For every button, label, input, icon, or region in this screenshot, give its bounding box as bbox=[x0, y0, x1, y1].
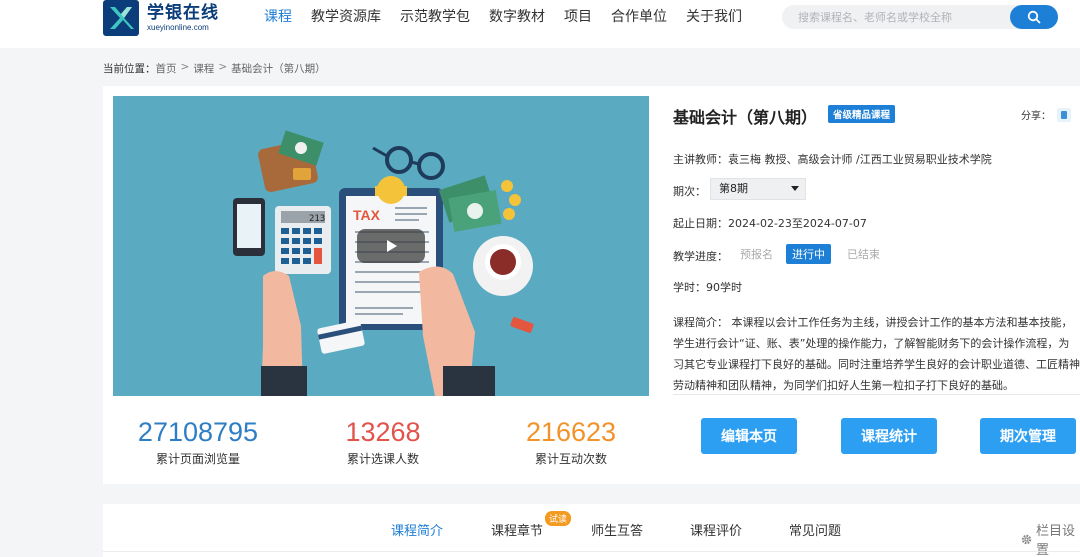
course-info: 基础会计（第八期） 省级精品课程 分享： 主讲教师：袁三梅 教授、高级会计师 /… bbox=[673, 86, 1080, 484]
play-video-button[interactable] bbox=[357, 229, 425, 263]
course-stats-button[interactable]: 课程统计 bbox=[841, 418, 937, 454]
date-value: 2024-02-23至2024-07-07 bbox=[728, 217, 867, 230]
logo-mark-icon bbox=[103, 0, 139, 36]
course-cover-video[interactable]: 213 TAX bbox=[113, 96, 649, 396]
search-button[interactable] bbox=[1010, 5, 1058, 29]
hours-row: 学时：90学时 bbox=[673, 279, 742, 295]
breadcrumb-courses[interactable]: 课程 bbox=[193, 61, 214, 76]
logo-title: 学银在线 bbox=[147, 3, 219, 23]
search-box bbox=[782, 5, 1058, 29]
progress-ended: 已结束 bbox=[847, 248, 880, 261]
course-title: 基础会计（第八期） bbox=[673, 108, 818, 127]
stat-enrollments: 13268 累计选课人数 bbox=[298, 416, 468, 467]
nav-item-courses[interactable]: 课程 bbox=[264, 6, 292, 28]
site-logo[interactable]: 学银在线 xueyinonline.com bbox=[103, 0, 219, 36]
date-row: 起止日期：2024-02-23至2024-07-07 bbox=[673, 215, 867, 231]
breadcrumb-label: 当前位置： bbox=[103, 63, 156, 75]
search-icon bbox=[1027, 10, 1041, 24]
stat-enrollments-value: 13268 bbox=[345, 417, 421, 447]
top-header: 学银在线 xueyinonline.com 课程 教学资源库 示范教学包 数字教… bbox=[0, 0, 1080, 48]
progress-pre-enroll: 预报名 bbox=[740, 248, 773, 261]
share-section: 分享： bbox=[1021, 107, 1071, 122]
search-input[interactable] bbox=[782, 5, 1010, 29]
breadcrumb-home[interactable]: 首页 bbox=[156, 61, 177, 76]
course-description: 课程简介： 本课程以会计工作任务为主线，讲授会计工作的基本方法和基本技能， 学生… bbox=[673, 312, 1080, 396]
term-select-value: 第8期 bbox=[719, 182, 748, 195]
description-line: 课程简介： 本课程以会计工作任务为主线，讲授会计工作的基本方法和基本技能， bbox=[673, 316, 1073, 329]
course-tabs: 课程简介 课程章节 试读 师生互答 课程评价 常见问题 栏目设置 bbox=[103, 504, 1080, 557]
breadcrumb-separator: > bbox=[180, 61, 190, 73]
teacher-label: 主讲教师： bbox=[673, 153, 728, 166]
stat-interactions-label: 累计互动次数 bbox=[534, 452, 607, 466]
stat-interactions: 216623 累计互动次数 bbox=[486, 416, 656, 467]
nav-item-projects[interactable]: 项目 bbox=[564, 6, 592, 28]
logo-domain: xueyinonline.com bbox=[147, 23, 209, 32]
nav-item-about[interactable]: 关于我们 bbox=[686, 6, 742, 28]
nav-item-partners[interactable]: 合作单位 bbox=[611, 6, 667, 28]
tab-chapters[interactable]: 课程章节 bbox=[491, 520, 543, 539]
date-label: 起止日期： bbox=[673, 217, 728, 230]
tax-label: TAX bbox=[353, 207, 381, 223]
play-icon bbox=[387, 240, 397, 252]
tab-faq[interactable]: 常见问题 bbox=[789, 520, 841, 539]
breadcrumb: 当前位置： 首页 > 课程 > 基础会计（第八期） bbox=[103, 61, 326, 76]
caret-down-icon bbox=[791, 186, 799, 191]
stat-interactions-value: 216623 bbox=[525, 417, 617, 447]
stat-page-views: 27108795 累计页面浏览量 bbox=[113, 416, 283, 467]
stat-page-views-value: 27108795 bbox=[137, 417, 259, 447]
tab-course-intro[interactable]: 课程简介 bbox=[391, 520, 443, 539]
teacher-value: 袁三梅 教授、高级会计师 /江西工业贸易职业技术学院 bbox=[728, 153, 992, 166]
nav-item-digital-textbook[interactable]: 数字教材 bbox=[489, 6, 545, 28]
tabs-underline bbox=[103, 551, 1080, 552]
breadcrumb-current: 基础会计（第八期） bbox=[231, 63, 326, 75]
share-label: 分享： bbox=[1021, 111, 1051, 122]
gear-icon bbox=[1021, 534, 1032, 544]
info-divider bbox=[673, 394, 1080, 395]
course-stats: 27108795 累计页面浏览量 13268 累计选课人数 216623 累计互… bbox=[113, 416, 649, 472]
trial-badge: 试读 bbox=[545, 511, 572, 526]
calculator-display: 213 bbox=[309, 214, 325, 224]
stat-enrollments-label: 累计选课人数 bbox=[346, 452, 419, 466]
term-label: 期次： bbox=[673, 185, 706, 198]
progress-in-progress: 进行中 bbox=[786, 244, 831, 264]
quality-badge: 省级精品课程 bbox=[828, 105, 896, 123]
term-management-button[interactable]: 期次管理 bbox=[980, 418, 1076, 454]
nav-item-teaching-package[interactable]: 示范教学包 bbox=[400, 6, 470, 28]
edit-page-button[interactable]: 编辑本页 bbox=[701, 418, 797, 454]
tab-reviews[interactable]: 课程评价 bbox=[690, 520, 742, 539]
hours-label: 学时： bbox=[673, 281, 706, 294]
description-line: 习其它专业课程打下良好的基础。同时注重培养学生良好的会计职业道德、工匠精神 bbox=[673, 358, 1080, 371]
main-nav: 课程 教学资源库 示范教学包 数字教材 项目 合作单位 关于我们 bbox=[264, 6, 761, 28]
stat-page-views-label: 累计页面浏览量 bbox=[155, 452, 240, 466]
progress-label: 教学进度： bbox=[673, 250, 728, 263]
term-select[interactable]: 第8期 bbox=[710, 178, 806, 200]
description-line: 劳动精神和团队精神，为同学们扣好人生第一粒扣子打下良好的基础。 bbox=[673, 379, 1014, 392]
share-icon[interactable] bbox=[1057, 107, 1071, 122]
breadcrumb-separator: > bbox=[218, 61, 228, 73]
course-overview-card: 213 TAX 27108795 累计页面浏览量 13268 累计选课人数 21… bbox=[103, 86, 1080, 484]
description-line: 学生进行会计“证、账、表”处理的操作能力，了解智能财务下的会计操作流程，为 bbox=[673, 337, 1070, 350]
hours-value: 90学时 bbox=[706, 281, 742, 294]
teacher-row: 主讲教师：袁三梅 教授、高级会计师 /江西工业贸易职业技术学院 bbox=[673, 151, 992, 167]
nav-item-resource-library[interactable]: 教学资源库 bbox=[311, 6, 381, 28]
tab-qa[interactable]: 师生互答 bbox=[591, 520, 643, 539]
